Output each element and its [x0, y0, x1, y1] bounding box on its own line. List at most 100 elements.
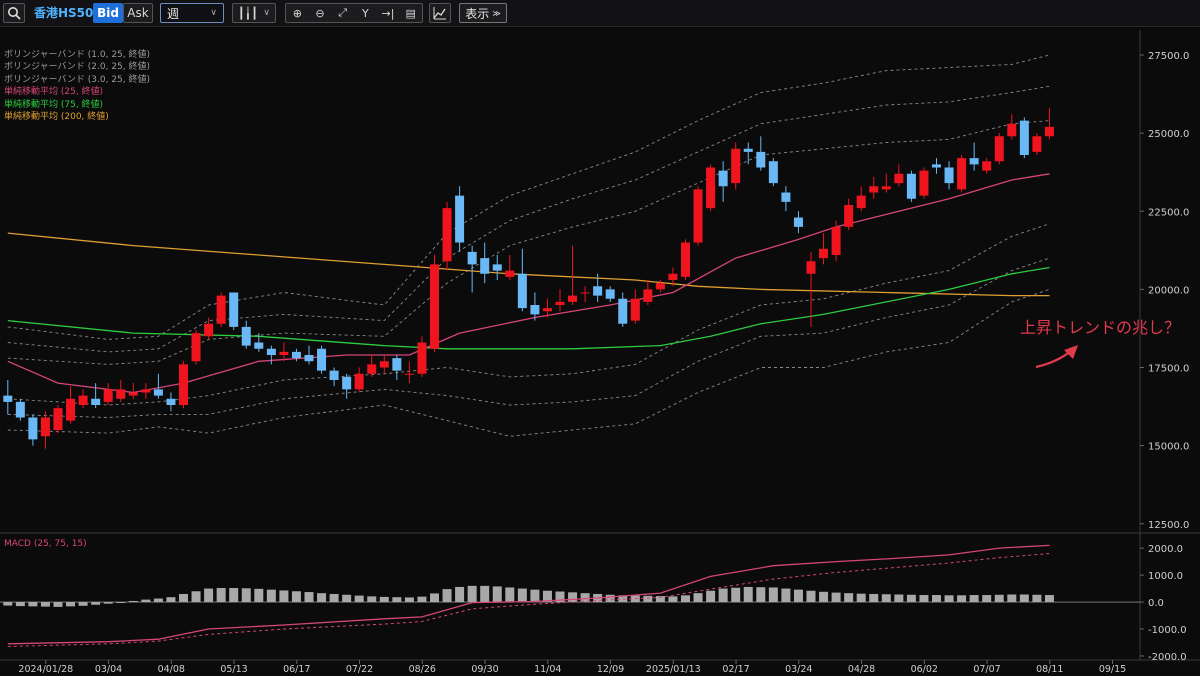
macd-histogram-bar — [919, 595, 929, 603]
candle-body — [354, 373, 364, 390]
candle-body — [179, 364, 188, 405]
candle-body — [1019, 120, 1029, 155]
macd-histogram-bar — [480, 585, 490, 603]
x-tick-label: 08/26 — [409, 664, 436, 675]
y-tick-label: 12500.0 — [1148, 520, 1189, 531]
macd-y-tick-label: 2000.0 — [1148, 544, 1183, 555]
candle-body — [781, 192, 791, 202]
candle-body — [15, 401, 25, 418]
sma75-line — [7, 266, 1050, 350]
macd-label[interactable]: MACD (25, 75, 15) — [4, 539, 87, 549]
macd-histogram-bar — [430, 593, 439, 603]
macd-histogram-bar — [605, 594, 615, 603]
macd-histogram-bar — [141, 599, 151, 603]
macd-histogram-bar — [806, 590, 816, 603]
macd-histogram-bar — [944, 595, 954, 603]
candle-body — [492, 264, 502, 271]
x-tick-label: 05/13 — [220, 664, 247, 675]
candle-body — [982, 161, 992, 171]
macd-histogram-bar — [668, 596, 678, 603]
macd-histogram-bar — [568, 592, 578, 603]
macd-histogram-bar — [15, 602, 25, 607]
macd-histogram-bar — [881, 594, 891, 603]
macd-histogram-bar — [982, 595, 992, 603]
legend-sma75[interactable]: 単純移動平均 (75, 終値) — [4, 99, 150, 111]
y-tick-label: 15000.0 — [1148, 442, 1189, 453]
candle-body — [819, 248, 829, 259]
macd-histogram-bar — [1007, 594, 1017, 603]
macd-histogram-bar — [91, 602, 101, 605]
macd-histogram-bar — [442, 589, 452, 603]
candle-body — [668, 273, 678, 280]
candle-body — [392, 358, 402, 371]
macd-histogram-bar — [819, 591, 829, 603]
candle-body — [706, 167, 716, 209]
macd-histogram-bar — [467, 585, 477, 603]
macd-histogram-bar — [706, 590, 716, 603]
x-tick-label: 04/28 — [848, 664, 875, 675]
candle-body — [831, 226, 841, 255]
bollinger-bb-upper1 — [7, 120, 1050, 365]
macd-histogram-bar — [643, 595, 653, 603]
bollinger-bb-upper2 — [7, 85, 1050, 353]
annotation-arrowhead — [1064, 345, 1078, 359]
x-tick-label: 11/04 — [534, 664, 561, 675]
legend-sma200[interactable]: 単純移動平均 (200, 終値) — [4, 111, 150, 123]
macd-histogram-bar — [153, 598, 163, 603]
macd-histogram-bar — [681, 595, 690, 603]
x-tick-label: 06/02 — [911, 664, 938, 675]
legend-bb2[interactable]: ボリンジャーバンド (2.0, 25, 終値) — [4, 61, 150, 73]
candle-body — [906, 173, 916, 199]
legend-bb3[interactable]: ボリンジャーバンド (3.0, 25, 終値) — [4, 74, 150, 86]
macd-histogram-bar — [28, 602, 38, 607]
candle-body — [555, 301, 565, 305]
candle-body — [969, 158, 979, 165]
macd-histogram-bar — [3, 602, 13, 606]
macd-histogram-bar — [894, 594, 904, 603]
candle-body — [1007, 123, 1017, 137]
bollinger-bb-lower1 — [7, 223, 1050, 406]
macd-histogram-bar — [317, 593, 327, 603]
candle-body — [542, 308, 552, 312]
x-tick-label: 06/17 — [283, 664, 310, 675]
candle-body — [756, 151, 766, 168]
candle-body — [593, 286, 603, 296]
candle-body — [304, 355, 314, 362]
candle-body — [3, 395, 13, 402]
candle-body — [166, 398, 176, 405]
candle-body — [957, 158, 967, 190]
macd-y-tick-label: 0.0 — [1148, 598, 1164, 609]
legend-sma25[interactable]: 単純移動平均 (25, 終値) — [4, 86, 150, 98]
candle-body — [66, 398, 76, 421]
macd-histogram-bar — [241, 588, 251, 603]
macd-histogram-bar — [128, 600, 138, 603]
candle-body — [580, 292, 590, 294]
macd-histogram-bar — [1019, 594, 1029, 603]
macd-histogram-bar — [517, 588, 527, 603]
macd-histogram-bar — [329, 593, 339, 603]
macd-histogram-bar — [103, 602, 113, 604]
macd-histogram-bar — [718, 588, 728, 603]
candle-body — [793, 217, 803, 227]
macd-histogram-bar — [179, 593, 188, 603]
candle-body — [693, 189, 703, 243]
macd-histogram-bar — [66, 602, 76, 607]
macd-histogram-bar — [831, 592, 841, 603]
x-tick-label: 09/15 — [1099, 664, 1126, 675]
macd-histogram-bar — [781, 588, 791, 603]
x-tick-label: 2025/01/13 — [646, 664, 701, 675]
candle-body — [417, 342, 427, 374]
x-tick-label: 07/07 — [973, 664, 1000, 675]
macd-histogram-bar — [404, 597, 414, 603]
price-chart[interactable]: 27500.0 25000.0 22500.0 20000.0 17500.0 15000… — [0, 0, 1200, 676]
candle-body — [141, 389, 151, 393]
sma200-line — [7, 232, 1050, 297]
legend-bb1[interactable]: ボリンジャーバンド (1.0, 25, 終値) — [4, 49, 150, 61]
candle-body — [530, 305, 540, 315]
candle-body — [1044, 126, 1054, 137]
candle-body — [317, 348, 327, 371]
candle-body — [40, 417, 50, 437]
macd-histogram-bar — [392, 597, 402, 603]
macd-histogram-bar — [379, 596, 389, 603]
candle-body — [153, 389, 163, 396]
